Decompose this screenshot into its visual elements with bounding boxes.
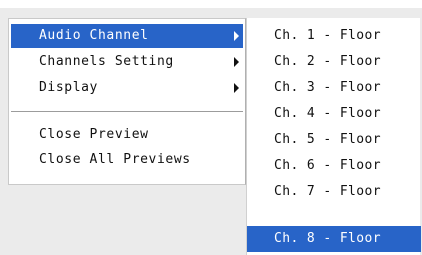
submenu-item-ch8[interactable]: Ch. 8 - Floor <box>247 226 421 252</box>
menu-item-display[interactable]: Display <box>11 76 243 100</box>
submenu-item-ch6[interactable]: Ch. 6 - Floor <box>247 153 421 179</box>
audio-channel-submenu: Ch. 1 - Floor Ch. 2 - Floor Ch. 3 - Floo… <box>246 18 421 255</box>
submenu-item-label: Ch. 5 - Floor <box>274 132 381 147</box>
submenu-item-label: Ch. 6 - Floor <box>274 158 381 173</box>
menu-item-label: Close Preview <box>39 127 149 142</box>
submenu-item-label: Ch. 8 - Floor <box>274 231 381 246</box>
menu-item-audio-channel[interactable]: Audio Channel <box>11 24 243 48</box>
menu-item-label: Display <box>39 80 98 95</box>
menu-item-close-all-previews[interactable]: Close All Previews <box>11 148 243 172</box>
submenu-arrow-icon <box>234 31 239 41</box>
submenu-item-label: Ch. 2 - Floor <box>274 54 381 69</box>
submenu-item-ch4[interactable]: Ch. 4 - Floor <box>247 101 421 127</box>
submenu-item-ch7[interactable]: Ch. 7 - Floor <box>247 179 421 205</box>
context-menu: Audio Channel Channels Setting Display C… <box>8 18 246 185</box>
submenu-item-ch3[interactable]: Ch. 3 - Floor <box>247 75 421 101</box>
submenu-item-label: Ch. 3 - Floor <box>274 80 381 95</box>
submenu-item-ch1[interactable]: Ch. 1 - Floor <box>247 23 421 49</box>
submenu-item-label: Ch. 1 - Floor <box>274 28 381 43</box>
submenu-item-ch2[interactable]: Ch. 2 - Floor <box>247 49 421 75</box>
menu-item-channels-setting[interactable]: Channels Setting <box>11 50 243 74</box>
menu-item-label: Close All Previews <box>39 152 191 167</box>
submenu-item-label: Ch. 7 - Floor <box>274 184 381 199</box>
menu-item-label: Audio Channel <box>39 28 149 43</box>
menu-item-label: Channels Setting <box>39 54 174 69</box>
menu-item-close-preview[interactable]: Close Preview <box>11 123 243 147</box>
submenu-item-label: Ch. 4 - Floor <box>274 106 381 121</box>
submenu-arrow-icon <box>234 57 239 67</box>
submenu-item-ch5[interactable]: Ch. 5 - Floor <box>247 127 421 153</box>
submenu-arrow-icon <box>234 83 239 93</box>
menu-separator <box>11 111 243 113</box>
